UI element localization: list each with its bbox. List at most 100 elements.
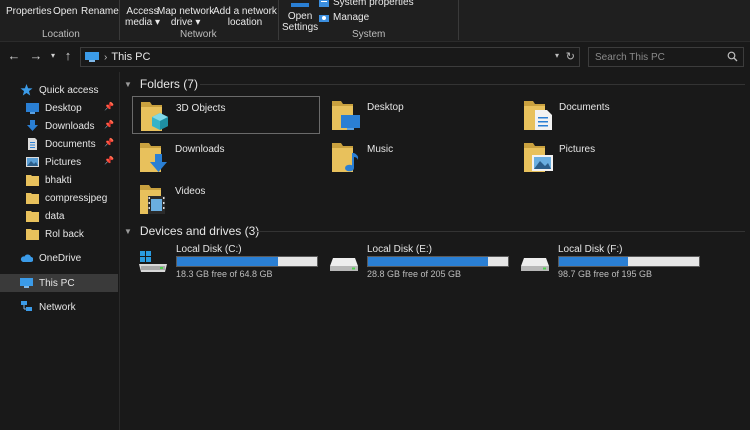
drive-usage-fill <box>177 257 278 266</box>
sidebar-item-downloads[interactable]: Downloads 📌 <box>0 117 118 135</box>
drive-tile-f[interactable]: Local Disk (F:) 98.7 GB free of 195 GB <box>518 244 700 279</box>
access-media-label-1: Access <box>126 6 159 17</box>
hard-drive-icon <box>521 258 549 271</box>
folders-section-title: Folders (7) <box>139 77 198 91</box>
system-properties-icon <box>319 0 329 7</box>
ribbon-separator <box>119 0 120 40</box>
folder-tile-downloads[interactable]: Downloads <box>132 138 320 176</box>
folder-tile-3d-objects[interactable]: 3D Objects <box>132 96 320 134</box>
address-dropdown-icon[interactable]: ▾ <box>555 51 559 60</box>
folder-icon <box>26 211 39 222</box>
ribbon: Properties Open Rename Location Access m… <box>0 0 750 42</box>
recent-locations-chevron-icon[interactable]: ▾ <box>45 48 61 64</box>
folder-tile-videos[interactable]: Videos <box>132 180 320 218</box>
search-icon[interactable] <box>727 51 738 62</box>
drive-free-space: 98.7 GB free of 195 GB <box>558 269 653 279</box>
sidebar-item-this-pc[interactable]: This PC <box>0 274 118 292</box>
folder-name: Pictures <box>559 144 596 155</box>
content-pane: ▼ Folders (7) 3D Objects Desktop Documen… <box>120 72 750 430</box>
forward-arrow-icon[interactable]: → <box>28 48 44 64</box>
folder-tile-pictures[interactable]: Pictures <box>516 138 704 176</box>
sidebar-item-network[interactable]: Network <box>0 298 118 316</box>
system-properties-button[interactable]: System properties <box>319 0 414 8</box>
folders-section-header[interactable]: ▼ Folders (7) <box>124 77 198 91</box>
open-button[interactable]: Open <box>53 6 77 17</box>
pin-icon[interactable]: 📌 <box>104 102 114 111</box>
add-network-location-button[interactable]: Add a network location <box>213 6 277 28</box>
breadcrumb-this-pc[interactable]: This PC <box>111 51 150 63</box>
hard-drive-icon <box>330 258 358 271</box>
chevron-down-icon: ▾ <box>192 17 201 28</box>
star-icon <box>20 84 33 96</box>
address-bar[interactable]: › This PC ▾ ↻ <box>80 47 580 67</box>
folder-icon <box>26 175 39 186</box>
sidebar-item-compressjpeg[interactable]: compressjpeg <box>0 189 118 207</box>
ribbon-separator <box>458 0 459 40</box>
folder-icon <box>26 229 39 240</box>
this-pc-icon <box>85 52 99 62</box>
navigation-bar: ← → ▾ ↑ › This PC ▾ ↻ <box>0 43 750 71</box>
search-box[interactable] <box>588 47 744 67</box>
sidebar-item-quick-access[interactable]: Quick access <box>0 81 118 99</box>
sidebar-item-label: Downloads <box>45 120 95 132</box>
rename-button[interactable]: Rename <box>81 6 119 17</box>
collapse-caret-icon[interactable]: ▼ <box>124 80 132 89</box>
pin-icon[interactable]: 📌 <box>104 120 114 129</box>
drive-tile-e[interactable]: Local Disk (E:) 28.8 GB free of 205 GB <box>327 244 509 279</box>
downloads-folder-icon <box>140 143 167 172</box>
folder-name: 3D Objects <box>176 103 226 114</box>
folder-icon <box>26 193 39 204</box>
refresh-icon[interactable]: ↻ <box>566 50 575 63</box>
back-arrow-icon[interactable]: ← <box>6 48 22 64</box>
cloud-icon <box>20 254 33 262</box>
folder-name: Downloads <box>175 144 225 155</box>
windows-drive-icon <box>139 251 167 272</box>
folder-tile-documents[interactable]: Documents <box>516 96 704 134</box>
sidebar-item-data[interactable]: data <box>0 207 118 225</box>
pin-icon[interactable]: 📌 <box>104 138 114 147</box>
access-media-button[interactable]: Access media ▾ <box>125 6 160 28</box>
drive-usage-fill <box>368 257 489 266</box>
sidebar-item-bhakti[interactable]: bhakti <box>0 171 118 189</box>
drive-name: Local Disk (F:) <box>558 244 623 255</box>
drives-section-header[interactable]: ▼ Devices and drives (3) <box>124 224 259 238</box>
folder-tile-desktop[interactable]: Desktop <box>324 96 512 134</box>
drive-usage-bar <box>176 256 318 267</box>
manage-button[interactable]: Manage <box>319 12 369 23</box>
sidebar-item-documents[interactable]: Documents 📌 <box>0 135 118 153</box>
ribbon-separator <box>278 0 279 40</box>
3d-objects-folder-icon <box>141 102 168 131</box>
picture-icon <box>26 157 39 167</box>
drive-usage-bar <box>558 256 700 267</box>
open-settings-button[interactable]: Open Settings <box>282 0 318 33</box>
sidebar-item-label: OneDrive <box>39 252 82 264</box>
sidebar-item-label: Documents <box>45 138 96 150</box>
folder-name: Videos <box>175 186 206 197</box>
sidebar-item-rol-back[interactable]: Rol back <box>0 225 118 243</box>
desktop-icon <box>26 103 39 114</box>
drive-name: Local Disk (C:) <box>176 244 242 255</box>
map-network-drive-button[interactable]: Map network drive ▾ <box>157 6 214 28</box>
sidebar-item-desktop[interactable]: Desktop 📌 <box>0 99 118 117</box>
up-arrow-icon[interactable]: ↑ <box>60 48 76 64</box>
system-group-label: System <box>352 29 386 40</box>
drive-tile-c[interactable]: Local Disk (C:) 18.3 GB free of 64.8 GB <box>136 244 318 279</box>
sidebar-item-pictures[interactable]: Pictures 📌 <box>0 153 118 171</box>
network-group-label: Network <box>180 29 217 40</box>
sidebar-item-label: data <box>45 210 65 222</box>
properties-button[interactable]: Properties <box>6 6 52 17</box>
network-icon <box>21 301 32 311</box>
sidebar-item-onedrive[interactable]: OneDrive <box>0 249 118 267</box>
open-settings-label-1: Open <box>287 11 313 22</box>
music-folder-icon <box>332 143 359 172</box>
this-pc-icon <box>20 278 33 288</box>
folder-name: Documents <box>559 102 610 113</box>
sidebar-item-label: bhakti <box>45 174 72 186</box>
manage-icon <box>319 14 329 22</box>
pin-icon[interactable]: 📌 <box>104 156 114 165</box>
folder-name: Music <box>367 144 394 155</box>
desktop-folder-icon <box>332 101 360 130</box>
collapse-caret-icon[interactable]: ▼ <box>124 227 132 236</box>
folder-tile-music[interactable]: Music <box>324 138 512 176</box>
search-input[interactable] <box>589 48 719 66</box>
